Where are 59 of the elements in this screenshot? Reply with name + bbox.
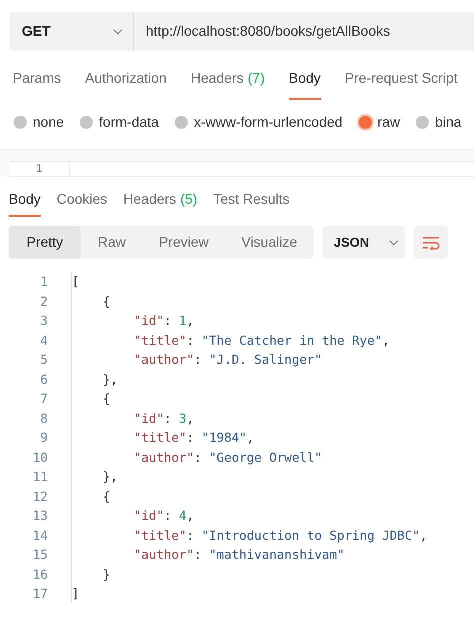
- code-line: "author": "mathivananshivam": [134, 546, 345, 564]
- radio-option[interactable]: x-www-form-urlencoded: [175, 112, 343, 132]
- code-line: "author": "J.D. Salinger": [134, 351, 322, 370]
- radio-option[interactable]: none: [14, 112, 64, 132]
- line-number: 16: [32, 566, 48, 584]
- code-line: "id": 3,: [134, 410, 194, 428]
- line-number: 13: [32, 507, 48, 526]
- code-line: }: [103, 566, 111, 584]
- view-mode-tab[interactable]: Raw: [81, 226, 143, 259]
- tab[interactable]: Cookies: [56, 189, 108, 217]
- tab[interactable]: Authorization: [85, 68, 167, 100]
- line-number: 6: [39, 370, 48, 389]
- view-mode-tab[interactable]: Pretty: [9, 226, 81, 259]
- tab[interactable]: Body: [289, 68, 321, 100]
- tab[interactable]: Params: [13, 68, 62, 100]
- line-number: 1: [39, 273, 48, 292]
- line-number: 1: [10, 162, 70, 176]
- chevron-down-icon: [113, 28, 123, 34]
- tab[interactable]: Test Results: [214, 189, 290, 217]
- code-line: {: [103, 390, 111, 408]
- line-number: 5: [39, 351, 48, 370]
- chevron-down-icon: [389, 240, 400, 246]
- view-mode-tab[interactable]: Preview: [143, 226, 225, 259]
- code-line: "title": "The Catcher in the Rye",: [134, 332, 390, 350]
- code-line: "id": 4,: [134, 507, 194, 526]
- line-number: 17: [32, 585, 48, 604]
- wrap-lines-icon[interactable]: [414, 226, 448, 259]
- line-number: 7: [39, 390, 48, 408]
- line-number: 8: [39, 410, 48, 428]
- url-field[interactable]: http://localhost:8080/books/getAllBooks: [134, 12, 390, 51]
- code-line: "title": "Introduction to Spring JDBC",: [134, 526, 428, 545]
- tab[interactable]: Headers (7): [190, 68, 265, 100]
- line-number: 14: [32, 526, 48, 545]
- line-number: 3: [39, 312, 48, 330]
- code-line: [: [72, 273, 80, 292]
- tab[interactable]: Pre-request Script: [344, 68, 458, 100]
- line-number: 15: [32, 546, 48, 564]
- tab[interactable]: Headers (5): [124, 189, 198, 217]
- method-dropdown[interactable]: GET: [10, 12, 134, 51]
- line-number: 4: [39, 332, 48, 350]
- radio-option[interactable]: bina: [416, 112, 462, 132]
- code-line: {: [103, 488, 111, 506]
- line-number: 12: [32, 488, 48, 506]
- code-line: {: [103, 292, 111, 311]
- code-line: },: [103, 370, 118, 389]
- line-number: 11: [32, 468, 48, 486]
- code-line: },: [103, 468, 118, 486]
- line-number: 2: [39, 292, 48, 311]
- radio-option[interactable]: raw: [358, 112, 400, 132]
- line-number: 10: [32, 448, 48, 467]
- code-line: ]: [72, 585, 80, 604]
- format-dropdown[interactable]: JSON: [323, 226, 405, 259]
- view-mode-tab[interactable]: Visualize: [225, 226, 314, 259]
- code-line: "author": "George Orwell": [134, 448, 322, 467]
- tab[interactable]: Body: [9, 189, 41, 217]
- line-number: 9: [39, 429, 48, 448]
- code-line: "title": "1984",: [134, 429, 254, 448]
- radio-option[interactable]: form-data: [80, 112, 160, 132]
- code-line: "id": 1,: [134, 312, 194, 330]
